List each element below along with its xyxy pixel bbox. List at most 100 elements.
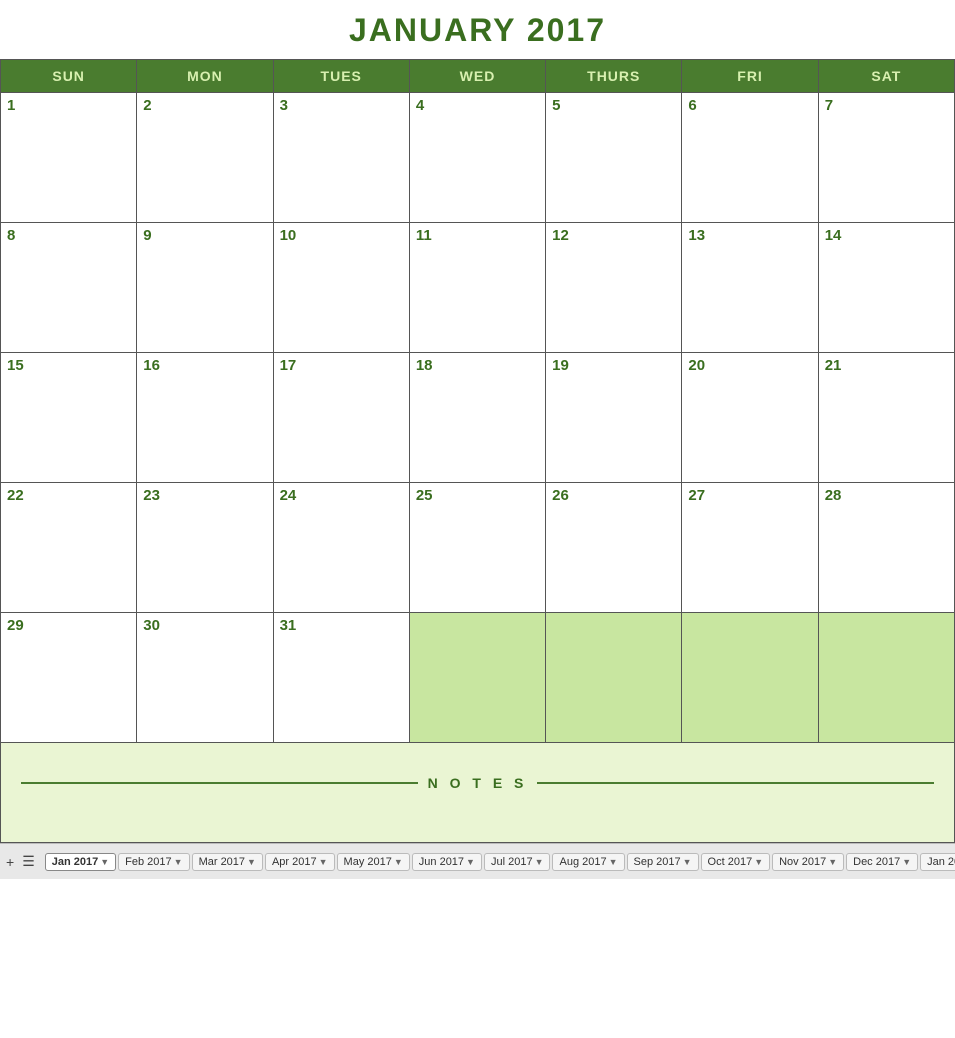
day-cell[interactable]: 26 bbox=[546, 483, 682, 613]
day-cell[interactable]: 13 bbox=[682, 223, 818, 353]
calendar-container: JANUARY 2017 SUNMONTUESWEDTHURSFRISAT 12… bbox=[0, 0, 955, 843]
day-cell[interactable]: 4 bbox=[409, 93, 545, 223]
day-cell[interactable]: 29 bbox=[1, 613, 137, 743]
day-cell[interactable]: 25 bbox=[409, 483, 545, 613]
day-cell[interactable]: 6 bbox=[682, 93, 818, 223]
day-cell[interactable]: 17 bbox=[273, 353, 409, 483]
day-cell[interactable]: 2 bbox=[137, 93, 273, 223]
day-cell[interactable]: 24 bbox=[273, 483, 409, 613]
tab-dec-2017[interactable]: Dec 2017▼ bbox=[846, 853, 918, 871]
tab-sep-2017[interactable]: Sep 2017▼ bbox=[627, 853, 699, 871]
tab-label: Aug 2017 bbox=[559, 856, 606, 868]
header-cell-tues: TUES bbox=[273, 60, 409, 93]
chevron-down-icon: ▼ bbox=[754, 857, 763, 867]
tab-jan-2018[interactable]: Jan 2018▼ bbox=[920, 853, 955, 871]
day-cell[interactable]: 10 bbox=[273, 223, 409, 353]
notes-cell[interactable]: N O T E S bbox=[1, 743, 955, 843]
day-cell[interactable]: 18 bbox=[409, 353, 545, 483]
day-cell[interactable]: 7 bbox=[818, 93, 954, 223]
day-cell[interactable]: 23 bbox=[137, 483, 273, 613]
calendar-header-row: SUNMONTUESWEDTHURSFRISAT bbox=[1, 60, 955, 93]
day-cell[interactable]: 14 bbox=[818, 223, 954, 353]
day-cell[interactable]: 21 bbox=[818, 353, 954, 483]
tab-label: Jan 2018 bbox=[927, 856, 955, 868]
header-cell-sat: SAT bbox=[818, 60, 954, 93]
tab-jul-2017[interactable]: Jul 2017▼ bbox=[484, 853, 551, 871]
day-number: 18 bbox=[416, 357, 539, 374]
week-row-4: 22 23 24 25 262728 bbox=[1, 483, 955, 613]
tab-apr-2017[interactable]: Apr 2017▼ bbox=[265, 853, 335, 871]
day-number: 1 bbox=[7, 97, 130, 114]
tab-may-2017[interactable]: May 2017▼ bbox=[337, 853, 410, 871]
day-cell[interactable] bbox=[682, 613, 818, 743]
chevron-down-icon: ▼ bbox=[247, 857, 256, 867]
day-cell[interactable]: 5 bbox=[546, 93, 682, 223]
chevron-down-icon: ▼ bbox=[319, 857, 328, 867]
day-number: 12 bbox=[552, 227, 675, 244]
day-cell[interactable]: 31 bbox=[273, 613, 409, 743]
tab-feb-2017[interactable]: Feb 2017▼ bbox=[118, 853, 189, 871]
day-number: 17 bbox=[280, 357, 403, 374]
day-number: 20 bbox=[688, 357, 811, 374]
tab-oct-2017[interactable]: Oct 2017▼ bbox=[701, 853, 771, 871]
tab-nov-2017[interactable]: Nov 2017▼ bbox=[772, 853, 844, 871]
header-cell-fri: FRI bbox=[682, 60, 818, 93]
tab-label: Sep 2017 bbox=[634, 856, 681, 868]
tab-mar-2017[interactable]: Mar 2017▼ bbox=[192, 853, 263, 871]
day-cell[interactable]: 28 bbox=[818, 483, 954, 613]
chevron-down-icon: ▼ bbox=[828, 857, 837, 867]
calendar-grid: SUNMONTUESWEDTHURSFRISAT 123456789101112… bbox=[0, 59, 955, 843]
day-cell[interactable]: 20 bbox=[682, 353, 818, 483]
week-row-5: 29 30 31 bbox=[1, 613, 955, 743]
tab-jan-2017[interactable]: Jan 2017▼ bbox=[45, 853, 116, 871]
day-number: 23 bbox=[143, 487, 266, 504]
day-cell[interactable]: 22 bbox=[1, 483, 137, 613]
sheet-list-button[interactable]: ☰ bbox=[20, 853, 37, 870]
day-number: 2 bbox=[143, 97, 266, 114]
day-number: 11 bbox=[416, 227, 539, 244]
tab-controls: + ☰ bbox=[4, 853, 37, 870]
day-number: 21 bbox=[825, 357, 948, 374]
tab-label: Dec 2017 bbox=[853, 856, 900, 868]
tab-jun-2017[interactable]: Jun 2017▼ bbox=[412, 853, 482, 871]
day-number: 30 bbox=[143, 617, 266, 634]
day-number: 14 bbox=[825, 227, 948, 244]
day-number: 25 bbox=[416, 487, 539, 504]
header-cell-wed: WED bbox=[409, 60, 545, 93]
day-number: 6 bbox=[688, 97, 811, 114]
tab-label: Feb 2017 bbox=[125, 856, 171, 868]
chevron-down-icon: ▼ bbox=[535, 857, 544, 867]
day-cell[interactable]: 27 bbox=[682, 483, 818, 613]
notes-row: N O T E S bbox=[1, 743, 955, 843]
header-cell-sun: SUN bbox=[1, 60, 137, 93]
day-cell[interactable]: 1 bbox=[1, 93, 137, 223]
day-number: 5 bbox=[552, 97, 675, 114]
day-cell[interactable]: 12 bbox=[546, 223, 682, 353]
tab-bar: + ☰ Jan 2017▼Feb 2017▼Mar 2017▼Apr 2017▼… bbox=[0, 843, 955, 879]
notes-line-right bbox=[537, 782, 934, 784]
chevron-down-icon: ▼ bbox=[902, 857, 911, 867]
day-cell[interactable]: 15 bbox=[1, 353, 137, 483]
day-cell[interactable]: 8 bbox=[1, 223, 137, 353]
day-number: 10 bbox=[280, 227, 403, 244]
day-number: 8 bbox=[7, 227, 130, 244]
day-number: 9 bbox=[143, 227, 266, 244]
day-cell[interactable] bbox=[409, 613, 545, 743]
tab-label: Mar 2017 bbox=[199, 856, 245, 868]
day-number: 29 bbox=[7, 617, 130, 634]
day-number: 3 bbox=[280, 97, 403, 114]
notes-inner: N O T E S bbox=[21, 775, 934, 791]
day-cell[interactable]: 19 bbox=[546, 353, 682, 483]
week-row-2: 89 10 11 12 13 14 bbox=[1, 223, 955, 353]
day-cell[interactable] bbox=[546, 613, 682, 743]
day-cell[interactable]: 30 bbox=[137, 613, 273, 743]
day-cell[interactable] bbox=[818, 613, 954, 743]
day-number: 7 bbox=[825, 97, 948, 114]
day-cell[interactable]: 3 bbox=[273, 93, 409, 223]
day-cell[interactable]: 16 bbox=[137, 353, 273, 483]
day-number: 19 bbox=[552, 357, 675, 374]
day-cell[interactable]: 9 bbox=[137, 223, 273, 353]
day-cell[interactable]: 11 bbox=[409, 223, 545, 353]
add-sheet-button[interactable]: + bbox=[4, 854, 16, 870]
tab-aug-2017[interactable]: Aug 2017▼ bbox=[552, 853, 624, 871]
